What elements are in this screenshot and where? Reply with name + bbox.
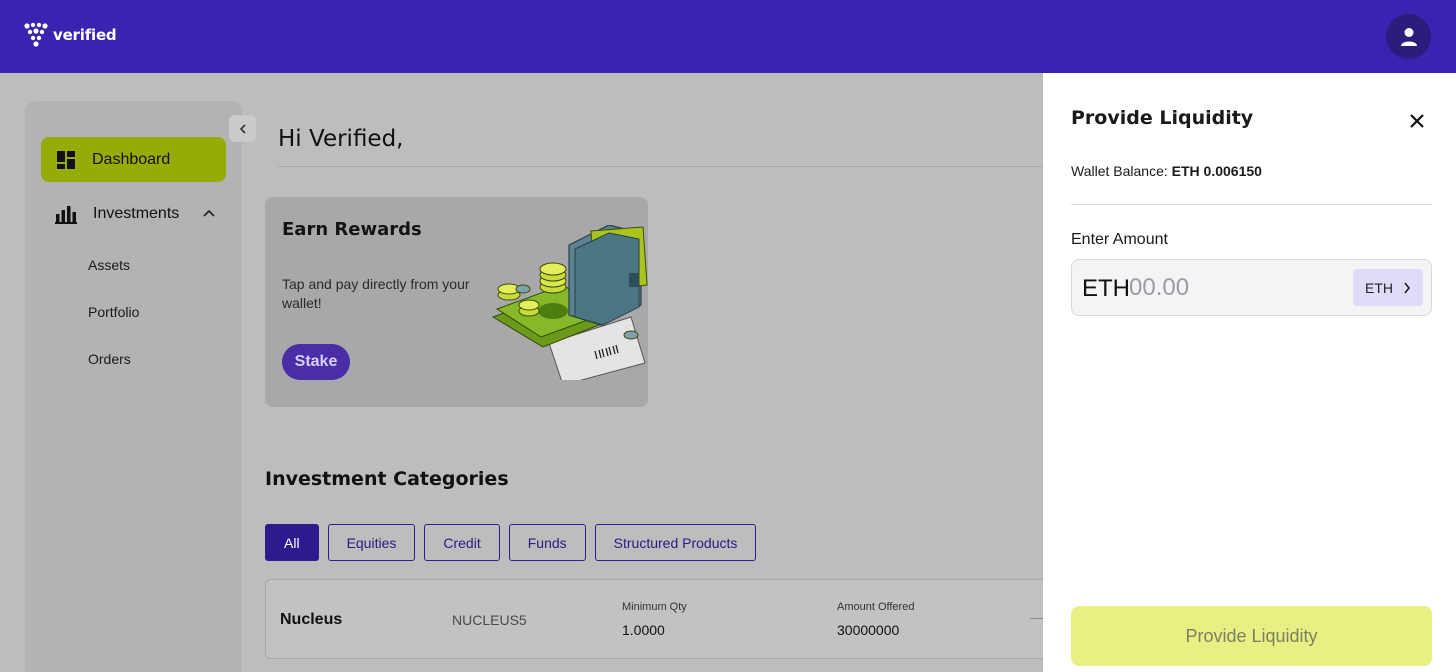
- wallet-illustration: [491, 225, 648, 380]
- sidebar-item-assets[interactable]: Assets: [88, 257, 130, 273]
- filter-credit[interactable]: Credit: [424, 524, 500, 561]
- rewards-description: Tap and pay directly from your wallet!: [282, 276, 470, 311]
- currency-label: ETH: [1365, 279, 1393, 296]
- amount-offered-value: 30000000: [837, 622, 900, 638]
- enter-amount-label: Enter Amount: [1071, 231, 1168, 248]
- filter-equities[interactable]: Equities: [327, 524, 416, 561]
- wallet-balance: Wallet Balance: ETH 0.006150: [1071, 163, 1262, 179]
- filter-all[interactable]: All: [265, 524, 319, 561]
- sidebar-item-dashboard[interactable]: Dashboard: [41, 137, 226, 182]
- amount-prefix: ETH: [1082, 275, 1130, 302]
- close-icon[interactable]: [1407, 111, 1427, 131]
- top-bar: verified: [0, 0, 1456, 73]
- asset-name: Nucleus: [280, 611, 343, 628]
- user-avatar-button[interactable]: [1386, 14, 1431, 59]
- wallet-balance-value: ETH 0.006150: [1171, 163, 1262, 179]
- user-icon: [1400, 27, 1417, 46]
- brand-logo[interactable]: verified: [24, 22, 117, 48]
- provide-liquidity-button[interactable]: Provide Liquidity: [1071, 606, 1432, 666]
- sidebar-collapse-button[interactable]: [229, 115, 256, 142]
- min-qty-value: 1.0000: [622, 622, 665, 638]
- page-greeting: Hi Verified,: [278, 126, 404, 152]
- dashboard-icon: [57, 150, 75, 169]
- sidebar-item-label: Investments: [93, 205, 180, 222]
- amount-input[interactable]: [1129, 270, 1339, 306]
- earn-rewards-card: Earn Rewards Tap and pay directly from y…: [265, 197, 648, 407]
- amount-field: ETH ETH: [1071, 259, 1432, 316]
- bar-chart-icon: [55, 206, 77, 224]
- provide-liquidity-drawer: Provide Liquidity Wallet Balance: ETH 0.…: [1043, 73, 1456, 672]
- rewards-title: Earn Rewards: [282, 219, 422, 240]
- chevron-up-icon: [203, 209, 215, 217]
- wallet-balance-label: Wallet Balance:: [1071, 163, 1168, 179]
- min-qty-label: Minimum Qty: [622, 601, 687, 613]
- table-row[interactable]: Nucleus NUCLEUS5 Minimum Qty 1.0000 Amou…: [265, 579, 1055, 659]
- asset-code: NUCLEUS5: [452, 612, 527, 628]
- currency-select-button[interactable]: ETH: [1353, 269, 1423, 306]
- investment-categories-title: Investment Categories: [265, 468, 509, 490]
- divider: [1071, 204, 1432, 205]
- sidebar-item-orders[interactable]: Orders: [88, 351, 131, 367]
- logo-icon: [24, 22, 48, 47]
- filter-structured-products[interactable]: Structured Products: [594, 524, 757, 561]
- chevron-right-icon: [1404, 282, 1411, 293]
- stake-button[interactable]: Stake: [282, 344, 350, 380]
- drawer-title: Provide Liquidity: [1071, 107, 1254, 129]
- sidebar-item-investments[interactable]: Investments: [41, 193, 226, 235]
- sidebar-item-label: Dashboard: [92, 150, 171, 168]
- sidebar: [25, 101, 242, 672]
- divider: [278, 166, 1058, 167]
- chevron-left-icon: [239, 123, 246, 134]
- category-filter-bar: All Equities Credit Funds Structured Pro…: [265, 524, 757, 561]
- sidebar-item-portfolio[interactable]: Portfolio: [88, 304, 139, 320]
- filter-funds[interactable]: Funds: [508, 524, 586, 561]
- brand-name: verified: [53, 26, 117, 44]
- amount-offered-label: Amount Offered: [837, 601, 915, 613]
